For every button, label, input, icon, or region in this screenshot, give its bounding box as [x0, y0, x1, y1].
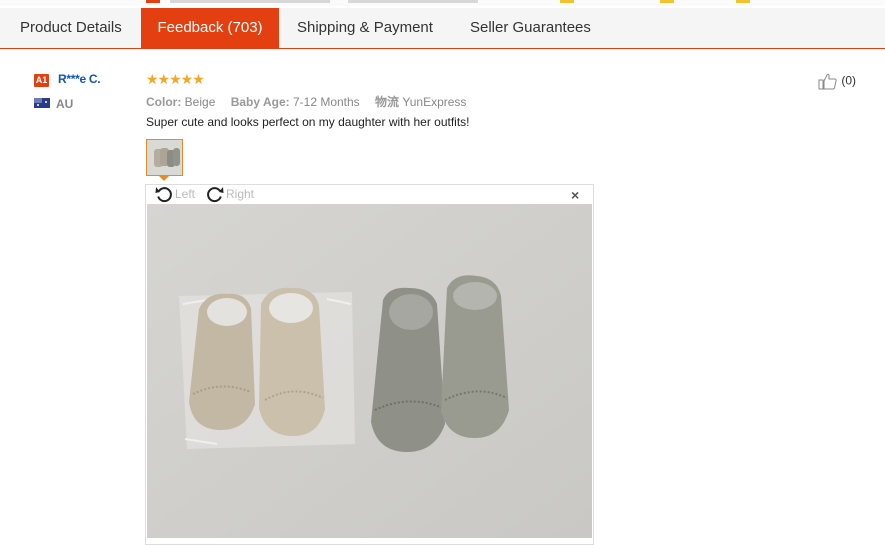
- attr-logistics: 物流 YunExpress: [375, 95, 467, 109]
- tab-seller-guarantees[interactable]: Seller Guarantees: [470, 8, 591, 48]
- attr-color: Color: Beige: [146, 95, 216, 109]
- browser-bookmark-strip: [0, 0, 885, 6]
- bookmark-fragment: [348, 0, 478, 3]
- beige-shoe-left: [189, 293, 255, 430]
- helpful-button[interactable]: (0): [818, 73, 856, 90]
- review-attributes: Color: Beige Baby Age: 7-12 Months 物流 Yu…: [146, 93, 478, 110]
- reviewer-country: AU: [56, 97, 74, 111]
- bookmark-favicon: [660, 0, 674, 3]
- review-photo: [147, 204, 592, 538]
- review-photo-thumbnail[interactable]: [146, 139, 183, 176]
- rotate-right-icon: [207, 187, 224, 203]
- buyer-level-badge: A1: [34, 74, 49, 87]
- baby-shoes-photo: [147, 204, 592, 538]
- tab-shipping-payment[interactable]: Shipping & Payment: [297, 8, 433, 48]
- reviewer-name[interactable]: R***e C.: [58, 72, 101, 86]
- tab-feedback[interactable]: Feedback (703): [141, 8, 279, 49]
- attr-baby-age: Baby Age: 7-12 Months: [230, 95, 360, 109]
- bookmark-favicon: [146, 0, 160, 3]
- rotate-left-icon: [155, 187, 172, 203]
- rotate-right-button[interactable]: Right: [206, 185, 266, 204]
- thumbs-up-icon: [818, 73, 837, 90]
- photo-viewer: Left Right ×: [145, 184, 594, 545]
- close-icon[interactable]: ×: [571, 187, 579, 203]
- product-tab-bar: Product Details Feedback (703) Shipping …: [0, 8, 885, 49]
- rotate-right-label: Right: [226, 187, 255, 201]
- bookmark-favicon: [736, 0, 750, 3]
- australia-flag-icon: [34, 98, 50, 108]
- grey-shoe-left: [371, 287, 445, 452]
- bookmark-fragment: [170, 0, 330, 3]
- rotate-left-label: Left: [175, 187, 196, 201]
- helpful-count: (0): [841, 73, 857, 88]
- beige-shoe-right: [259, 287, 325, 436]
- bookmark-favicon: [560, 0, 574, 3]
- tab-product-details[interactable]: Product Details: [20, 8, 122, 48]
- grey-shoe-right: [441, 275, 509, 438]
- review-text: Super cute and looks perfect on my daugh…: [146, 115, 470, 129]
- star-rating: ★★★★★: [146, 71, 205, 87]
- thumbnail-caret: [159, 176, 169, 181]
- photo-viewer-toolbar: Left Right ×: [146, 185, 593, 204]
